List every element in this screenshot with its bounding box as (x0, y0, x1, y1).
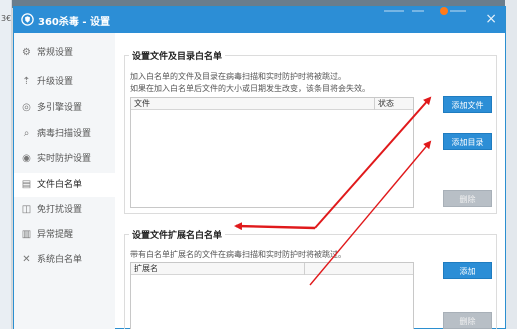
title-bar[interactable]: 360杀毒 - 设置 × (14, 7, 505, 33)
faint-titlebar-mark (450, 10, 466, 12)
tools-icon: ✕ (22, 254, 31, 265)
extension-whitelist-section: 设置文件扩展名白名单 带有白名单扩展名的文件在病毒扫描和实时防护时将被跳过。 扩… (124, 228, 497, 329)
sidebar-item-file-whitelist[interactable]: ▤ 文件白名单 (14, 173, 115, 197)
shield-icon: ◉ (22, 153, 31, 164)
file-whitelist-desc-2: 如果在加入白名单后文件的大小或日期发生改变，该条目将会失效。 (130, 84, 370, 93)
sidebar-item-virus-scan[interactable]: ⌕ 病毒扫描设置 (14, 122, 115, 146)
upload-icon: ⇡ (22, 76, 31, 87)
column-header-file: 文件 (134, 99, 150, 108)
add-extension-button[interactable]: 添加 (443, 262, 492, 279)
search-icon: ⌕ (23, 128, 30, 139)
sidebar-item-label: 升级设置 (37, 77, 74, 87)
sidebar-item-realtime-protection[interactable]: ◉ 实时防护设置 (14, 147, 115, 171)
column-header-extension: 扩展名 (134, 264, 158, 273)
sidebar-item-no-disturb[interactable]: ◫ 免打扰设置 (14, 198, 115, 222)
sidebar-item-label: 病毒扫描设置 (37, 129, 92, 139)
360-shield-logo-icon (21, 13, 34, 26)
extension-whitelist-desc: 带有白名单扩展名的文件在病毒扫描和实时防护时将被跳过。 (130, 250, 346, 259)
sidebar-item-label: 实时防护设置 (37, 154, 92, 164)
extension-whitelist-table[interactable]: 扩展名 (130, 262, 414, 329)
sidebar-item-label: 异常提醒 (37, 230, 74, 240)
engine-icon: ◎ (22, 102, 31, 113)
notification-badge-icon (440, 7, 448, 15)
settings-sidebar: ⚙ 常规设置 ⇡ 升级设置 ◎ 多引擎设置 ⌕ 病毒扫描设置 ◉ 实时防护设置 … (14, 33, 115, 329)
sidebar-item-multi-engine[interactable]: ◎ 多引擎设置 (14, 96, 115, 120)
window-title: 360杀毒 - 设置 (38, 17, 110, 28)
sidebar-item-label: 多引擎设置 (37, 103, 83, 113)
file-list-icon: ▤ (21, 179, 32, 190)
file-whitelist-table[interactable]: 文件 状态 (130, 97, 414, 208)
sidebar-item-label: 系统白名单 (37, 255, 83, 265)
settings-content: 设置文件及目录白名单 加入白名单的文件及目录在病毒扫描和实时防护时将被跳过。 如… (115, 33, 507, 329)
sidebar-item-label: 免打扰设置 (37, 205, 83, 215)
file-whitelist-title: 设置文件及目录白名单 (129, 49, 226, 62)
delete-file-button[interactable]: 删除 (443, 190, 492, 207)
close-button[interactable]: × (485, 11, 497, 27)
faint-titlebar-mark (384, 10, 404, 12)
sidebar-item-exception-alert[interactable]: ▥ 异常提醒 (14, 223, 115, 247)
sidebar-item-label: 常规设置 (37, 48, 74, 58)
delete-extension-button[interactable]: 删除 (443, 312, 492, 329)
extension-whitelist-title: 设置文件扩展名白名单 (129, 228, 226, 241)
column-divider (304, 263, 305, 275)
sidebar-item-upgrade[interactable]: ⇡ 升级设置 (14, 70, 115, 94)
sidebar-item-system-whitelist[interactable]: ✕ 系统白名单 (14, 248, 115, 272)
extension-whitelist-table-header: 扩展名 (131, 263, 413, 275)
gear-icon: ⚙ (22, 47, 31, 58)
faint-titlebar-mark (412, 10, 424, 12)
alert-chart-icon: ▥ (21, 229, 32, 240)
background-left-panel: 3€ (0, 0, 12, 329)
file-whitelist-desc-1: 加入白名单的文件及目录在病毒扫描和实时防护时将被跳过。 (130, 72, 346, 81)
file-whitelist-table-header: 文件 状态 (131, 98, 413, 110)
add-directory-button[interactable]: 添加目录 (443, 133, 492, 150)
column-header-status: 状态 (378, 99, 394, 108)
background-left-text: 3€ (1, 14, 12, 23)
file-whitelist-section: 设置文件及目录白名单 加入白名单的文件及目录在病毒扫描和实时防护时将被跳过。 如… (124, 49, 497, 214)
sidebar-item-general[interactable]: ⚙ 常规设置 (14, 41, 115, 65)
no-disturb-icon: ◫ (21, 204, 32, 215)
sidebar-item-label: 文件白名单 (37, 180, 83, 190)
settings-window: 360杀毒 - 设置 × ⚙ 常规设置 ⇡ 升级设置 ◎ 多引擎设置 ⌕ 病毒扫… (13, 6, 506, 329)
add-file-button[interactable]: 添加文件 (443, 96, 492, 113)
